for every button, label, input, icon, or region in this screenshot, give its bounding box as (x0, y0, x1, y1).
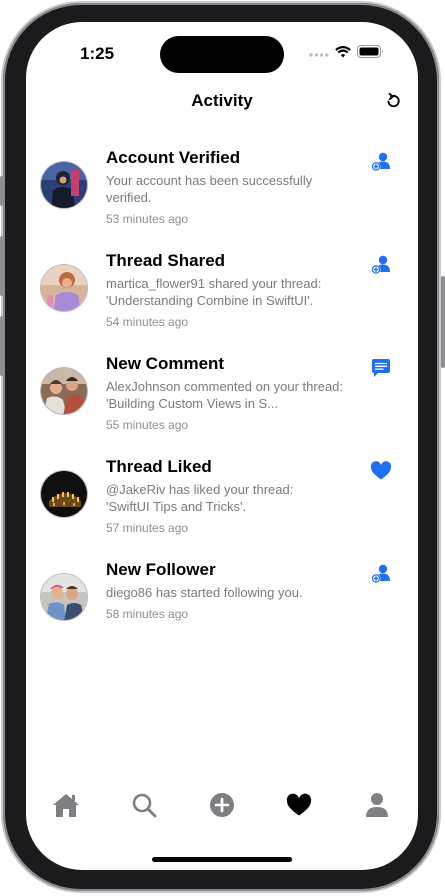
activity-title: New Follower (106, 560, 216, 579)
person-icon[interactable] (362, 790, 392, 820)
activity-item-new-comment[interactable]: New Comment AlexJohnson commented on you… (26, 354, 418, 444)
activity-time: 58 minutes ago (106, 607, 189, 621)
dynamic-island (160, 36, 284, 73)
activity-time: 55 minutes ago (106, 418, 189, 432)
search-icon[interactable] (129, 790, 159, 820)
avatar (40, 264, 88, 312)
volume-down-button (0, 316, 4, 376)
activity-time: 54 minutes ago (106, 315, 189, 329)
person-add-icon[interactable] (370, 563, 392, 585)
activity-title: Thread Shared (106, 251, 226, 270)
activity-title: New Comment (106, 354, 225, 373)
home-indicator (152, 857, 292, 862)
person-add-icon[interactable] (370, 151, 392, 173)
avatar (40, 470, 88, 518)
page-title: Activity (191, 91, 253, 110)
activity-description: martica_flower91 shared your thread: 'Un… (106, 276, 322, 308)
screen: 1:25 Activity Account Verified Your acco… (26, 22, 418, 870)
activity-description: @JakeRiv has liked your thread: 'SwiftUI… (106, 482, 294, 514)
activity-item-thread-shared[interactable]: Thread Shared martica_flower91 shared yo… (26, 251, 418, 341)
activity-title: Thread Liked (106, 457, 212, 476)
activity-title: Account Verified (106, 148, 241, 167)
refresh-icon[interactable] (384, 92, 402, 110)
message-icon[interactable] (370, 357, 392, 379)
activity-description: diego86 has started following you. (106, 585, 303, 600)
heart-icon[interactable] (284, 790, 314, 820)
status-icons (309, 45, 384, 63)
action-button (0, 176, 4, 206)
activity-item-new-follower[interactable]: New Follower diego86 has started followi… (26, 560, 418, 650)
status-time: 1:25 (80, 44, 115, 63)
home-icon[interactable] (51, 790, 81, 820)
plus-circle-icon[interactable] (207, 790, 237, 820)
activity-item-account-verified[interactable]: Account Verified Your account has been s… (26, 148, 418, 238)
wifi-icon (335, 45, 351, 63)
activity-item-thread-liked[interactable]: Thread Liked @JakeRiv has liked your thr… (26, 457, 418, 547)
power-button (441, 276, 445, 368)
activity-time: 53 minutes ago (106, 212, 189, 226)
avatar (40, 161, 88, 209)
signal-dots-icon (309, 45, 329, 63)
tab-bar (26, 790, 418, 826)
battery-icon (357, 45, 384, 63)
activity-description: AlexJohnson commented on your thread: 'B… (106, 379, 344, 411)
status-bar: 1:25 (26, 22, 418, 80)
avatar (40, 367, 88, 415)
activity-time: 57 minutes ago (106, 521, 189, 535)
activity-description: Your account has been successfully verif… (106, 173, 313, 205)
person-add-icon[interactable] (370, 254, 392, 276)
volume-up-button (0, 236, 4, 296)
avatar (40, 573, 88, 621)
heart-icon[interactable] (370, 460, 392, 482)
